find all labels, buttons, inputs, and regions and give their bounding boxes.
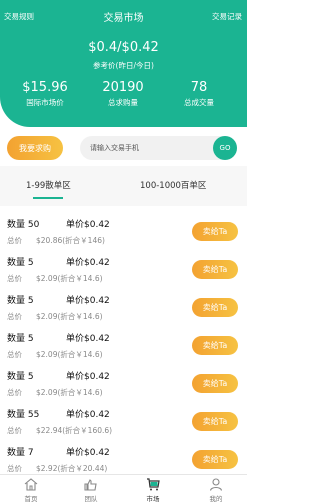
stat-total-volume: 78 总成交量 — [158, 80, 240, 108]
list-item: 数量 55 单价$0.42 总价 $22.94(折合￥160.6) 卖给Ta — [0, 404, 247, 442]
reference-price: $0.4/$0.42 — [88, 40, 159, 55]
list-item: 数量 5 单价$0.42 总价 $2.09(折合￥14.6) 卖给Ta — [0, 252, 247, 290]
stat-market-price: $15.96 国际市场价 — [4, 80, 86, 108]
quantity: 数量 5 — [7, 258, 34, 268]
total-price: $2.09(折合￥14.6) — [36, 312, 103, 321]
nav-home[interactable]: 首页 — [0, 475, 62, 502]
profile-icon — [209, 478, 223, 491]
header-panel: 交易规则 交易市场 交易记录 $0.4/$0.42 参考价(昨日/今日) $15… — [0, 0, 247, 127]
unit-price: 单价$0.42 — [66, 410, 110, 420]
phone-search-input[interactable] — [90, 141, 208, 155]
tab-bulk-orders[interactable]: 100-1000百单区 — [140, 179, 206, 191]
reference-price-caption: 参考价(昨日/今日) — [93, 61, 154, 70]
zone-tabs: 1-99散单区 100-1000百单区 — [0, 166, 247, 206]
total-price: $20.86(折合￥146) — [36, 236, 105, 245]
total-label: 总价 — [7, 236, 22, 245]
sell-button[interactable]: 卖给Ta — [192, 412, 238, 431]
stat-label: 总求购量 — [108, 98, 138, 107]
list-item: 数量 5 单价$0.42 总价 $2.09(折合￥14.6) 卖给Ta — [0, 290, 247, 328]
total-price: $2.09(折合￥14.6) — [36, 388, 103, 397]
sell-button[interactable]: 卖给Ta — [192, 374, 238, 393]
tab-small-orders[interactable]: 1-99散单区 — [26, 179, 71, 191]
total-label: 总价 — [7, 464, 22, 473]
stat-label: 国际市场价 — [26, 98, 64, 107]
unit-price: 单价$0.42 — [66, 334, 110, 344]
team-icon — [84, 479, 97, 491]
quantity: 数量 7 — [7, 448, 34, 458]
sell-button[interactable]: 卖给Ta — [192, 450, 238, 469]
stat-value: $15.96 — [22, 80, 68, 95]
stat-value: 78 — [190, 80, 208, 95]
unit-price: 单价$0.42 — [66, 296, 110, 306]
nav-label: 团队 — [84, 495, 98, 502]
quantity: 数量 55 — [7, 410, 40, 420]
list-item: 数量 7 单价$0.42 总价 $2.92(折合￥20.44) 卖给Ta — [0, 442, 247, 474]
nav-label: 首页 — [24, 495, 38, 502]
active-tab-indicator — [33, 197, 63, 199]
home-icon — [24, 478, 38, 491]
stat-label: 总成交量 — [184, 98, 214, 107]
unit-price: 单价$0.42 — [66, 448, 110, 458]
buy-request-button[interactable]: 我要求购 — [7, 136, 63, 160]
market-icon — [147, 478, 160, 491]
total-label: 总价 — [7, 426, 22, 435]
sell-button[interactable]: 卖给Ta — [192, 298, 238, 317]
total-label: 总价 — [7, 388, 22, 397]
total-price: $2.92(折合￥20.44) — [36, 464, 108, 473]
list-item: 数量 50 单价$0.42 总价 $20.86(折合￥146) 卖给Ta — [0, 214, 247, 252]
sell-button[interactable]: 卖给Ta — [192, 336, 238, 355]
go-button[interactable]: GO — [213, 136, 237, 160]
unit-price: 单价$0.42 — [66, 372, 110, 382]
quantity: 数量 50 — [7, 220, 40, 230]
list-item: 数量 5 单价$0.42 总价 $2.09(折合￥14.6) 卖给Ta — [0, 328, 247, 366]
quantity: 数量 5 — [7, 296, 34, 306]
nav-market[interactable]: 市场 — [122, 475, 184, 502]
search-box: GO — [80, 136, 237, 160]
total-price: $22.94(折合￥160.6) — [36, 426, 113, 435]
total-label: 总价 — [7, 312, 22, 321]
unit-price: 单价$0.42 — [66, 220, 110, 230]
total-label: 总价 — [7, 350, 22, 359]
nav-team[interactable]: 团队 — [60, 475, 122, 502]
stat-value: 20190 — [102, 80, 144, 95]
trade-records-link[interactable]: 交易记录 — [212, 11, 242, 22]
sell-button[interactable]: 卖给Ta — [192, 222, 238, 241]
nav-label: 市场 — [146, 495, 160, 502]
top-bar: 交易规则 交易市场 交易记录 — [0, 10, 247, 24]
unit-price: 单价$0.42 — [66, 258, 110, 268]
total-price: $2.09(折合￥14.6) — [36, 274, 103, 283]
nav-profile[interactable]: 我的 — [185, 475, 247, 502]
quantity: 数量 5 — [7, 372, 34, 382]
quantity: 数量 5 — [7, 334, 34, 344]
page-title: 交易市场 — [103, 13, 144, 24]
listing-list: 数量 50 单价$0.42 总价 $20.86(折合￥146) 卖给Ta 数量 … — [0, 206, 247, 474]
nav-label: 我的 — [209, 495, 223, 502]
sell-button[interactable]: 卖给Ta — [192, 260, 238, 279]
list-item: 数量 5 单价$0.42 总价 $2.09(折合￥14.6) 卖给Ta — [0, 366, 247, 404]
stat-total-demand: 20190 总求购量 — [82, 80, 164, 108]
total-label: 总价 — [7, 274, 22, 283]
total-price: $2.09(折合￥14.6) — [36, 350, 103, 359]
bottom-nav: 首页 团队 市场 我的 — [0, 474, 247, 502]
